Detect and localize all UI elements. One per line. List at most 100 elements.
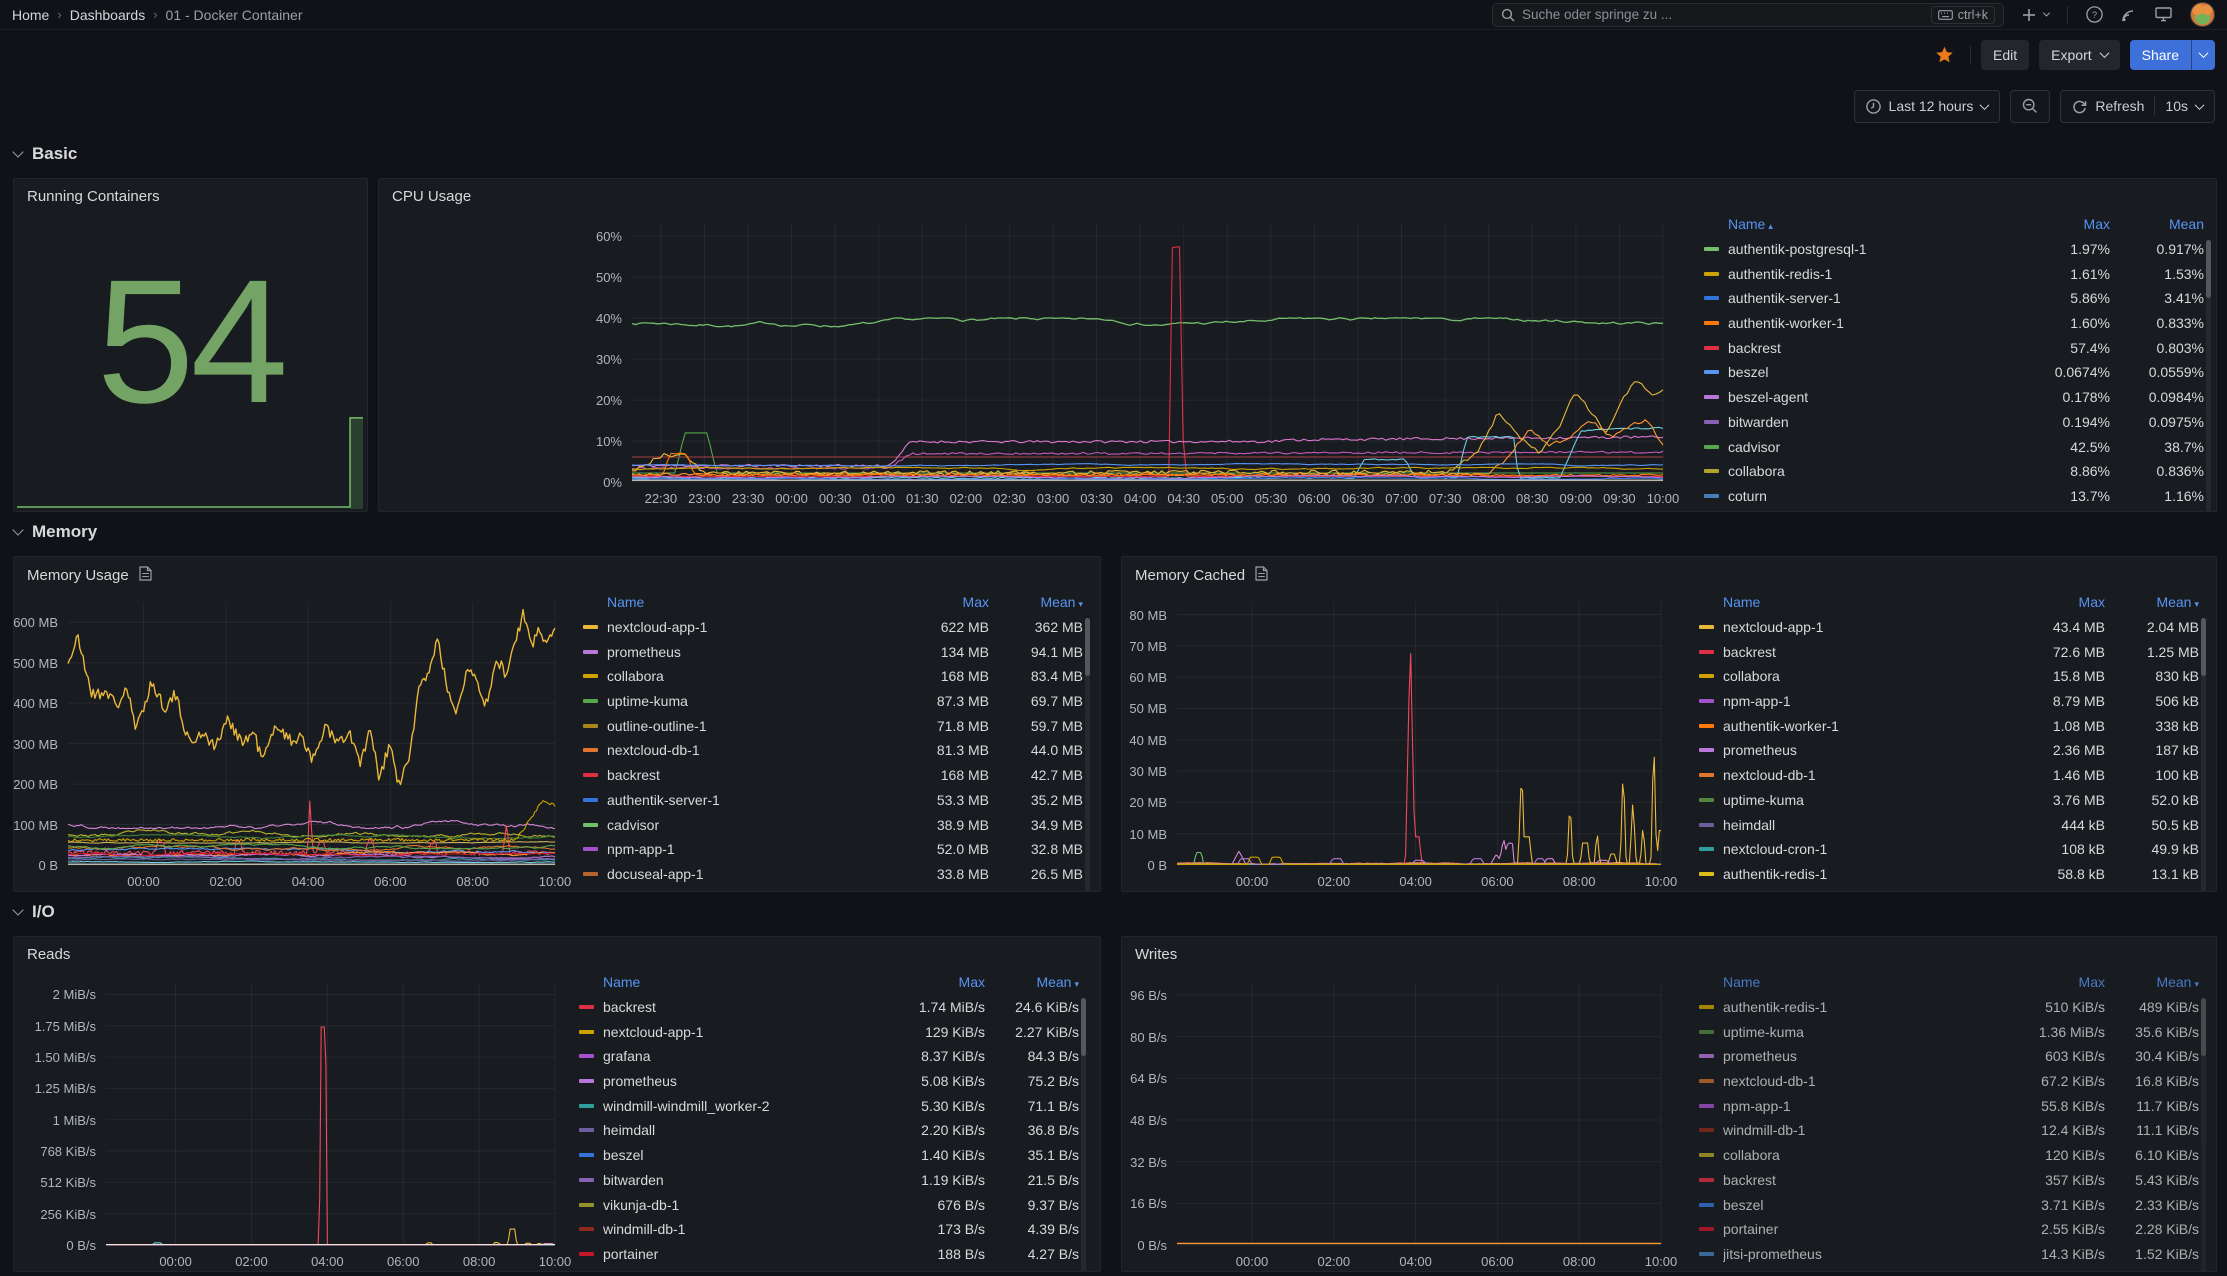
panel-description-icon[interactable]: [139, 566, 152, 585]
legend-sort-name[interactable]: Name▴: [1728, 216, 1998, 232]
legend-sort-mean[interactable]: Mean: [2110, 216, 2204, 232]
legend-row[interactable]: bitwarden1.19 KiB/s21.5 B/s: [579, 1168, 1079, 1193]
panel-title[interactable]: Reads: [27, 946, 70, 963]
legend-row[interactable]: authentik-worker-11.08 MB338 kB: [1699, 713, 2199, 738]
share-menu-button[interactable]: [2191, 40, 2215, 70]
legend-sort-name[interactable]: Name: [1723, 974, 1993, 990]
legend-row[interactable]: windmill-db-112.4 KiB/s11.1 KiB/s: [1699, 1118, 2199, 1143]
zoom-out-button[interactable]: [2010, 90, 2050, 123]
legend-row[interactable]: authentik-postgresql-11.97%0.917%: [1704, 237, 2204, 262]
legend-scrollbar-thumb[interactable]: [2201, 618, 2206, 676]
legend-row[interactable]: authentik-redis-1510 KiB/s489 KiB/s: [1699, 995, 2199, 1020]
legend-row[interactable]: docuseal-app-133.8 MB26.5 MB: [583, 862, 1083, 887]
legend-sort-mean[interactable]: Mean▾: [985, 974, 1079, 990]
legend-row[interactable]: prometheus603 KiB/s30.4 KiB/s: [1699, 1044, 2199, 1069]
panel-title[interactable]: CPU Usage: [392, 188, 471, 205]
breadcrumb-item[interactable]: Home: [12, 7, 49, 23]
legend-row[interactable]: heimdall444 kB50.5 kB: [1699, 812, 2199, 837]
legend-row[interactable]: nextcloud-db-181.3 MB44.0 MB: [583, 738, 1083, 763]
legend-sort-max[interactable]: Max: [877, 594, 989, 610]
legend-row[interactable]: backrest357 KiB/s5.43 KiB/s: [1699, 1168, 2199, 1193]
legend-scrollbar[interactable]: [2201, 618, 2206, 892]
legend-row[interactable]: collabora8.86%0.836%: [1704, 459, 2204, 484]
news-icon[interactable]: [2121, 7, 2137, 23]
legend-row[interactable]: nextcloud-app-143.4 MB2.04 MB: [1699, 615, 2199, 640]
section-basic[interactable]: Basic: [14, 144, 77, 164]
time-range-picker[interactable]: Last 12 hours: [1854, 90, 2001, 123]
memory-cached-chart[interactable]: 0 B10 MB20 MB30 MB40 MB50 MB60 MB70 MB80…: [1177, 602, 1661, 865]
legend-row[interactable]: backrest168 MB42.7 MB: [583, 763, 1083, 788]
legend-row[interactable]: beszel0.0674%0.0559%: [1704, 360, 2204, 385]
panel-description-icon[interactable]: [1255, 566, 1268, 585]
legend-row[interactable]: collabora168 MB83.4 MB: [583, 664, 1083, 689]
legend-row[interactable]: windmill-db-1173 B/s4.39 B/s: [579, 1217, 1079, 1242]
legend-row[interactable]: cadvisor42.5%38.7%: [1704, 434, 2204, 459]
kiosk-monitor-icon[interactable]: [2155, 7, 2172, 22]
legend-row[interactable]: nextcloud-db-167.2 KiB/s16.8 KiB/s: [1699, 1069, 2199, 1094]
legend-row[interactable]: nextcloud-app-1129 KiB/s2.27 KiB/s: [579, 1019, 1079, 1044]
legend-sort-name[interactable]: Name: [607, 594, 877, 610]
legend-sort-mean[interactable]: Mean▾: [989, 594, 1083, 610]
refresh-button-group[interactable]: Refresh 10s: [2060, 90, 2215, 123]
memory-usage-chart[interactable]: 0 B100 MB200 MB300 MB400 MB500 MB600 MB0…: [68, 602, 555, 865]
legend-scrollbar-thumb[interactable]: [2206, 240, 2211, 298]
search-input[interactable]: Suche oder springe zu ... ctrl+k: [1492, 3, 2004, 27]
legend-row[interactable]: beszel3.71 KiB/s2.33 KiB/s: [1699, 1192, 2199, 1217]
legend-row[interactable]: nextcloud-cron-1108 kB49.9 kB: [1699, 837, 2199, 862]
cpu-chart[interactable]: 0%10%20%30%40%50%60%22:3023:0023:3000:00…: [632, 224, 1663, 482]
legend-sort-mean[interactable]: Mean▾: [2105, 974, 2199, 990]
legend-row[interactable]: nextcloud-db-11.46 MB100 kB: [1699, 763, 2199, 788]
legend-row[interactable]: coturn13.7%1.16%: [1704, 484, 2204, 509]
legend-row[interactable]: backrest72.6 MB1.25 MB: [1699, 639, 2199, 664]
section-memory[interactable]: Memory: [14, 522, 97, 542]
legend-row[interactable]: prometheus5.08 KiB/s75.2 B/s: [579, 1069, 1079, 1094]
legend-sort-max[interactable]: Max: [1993, 974, 2105, 990]
help-icon[interactable]: ?: [2086, 6, 2103, 23]
panel-title[interactable]: Writes: [1135, 946, 1177, 963]
legend-sort-name[interactable]: Name: [1723, 594, 1993, 610]
legend-row[interactable]: portainer188 B/s4.27 B/s: [579, 1242, 1079, 1267]
legend-row[interactable]: authentik-redis-11.61%1.53%: [1704, 261, 2204, 286]
legend-row[interactable]: windmill-windmill_worker-25.30 KiB/s71.1…: [579, 1093, 1079, 1118]
export-button[interactable]: Export: [2039, 40, 2119, 70]
legend-row[interactable]: authentik-server-15.86%3.41%: [1704, 286, 2204, 311]
favorite-star-button[interactable]: [1929, 40, 1960, 70]
legend-row[interactable]: uptime-kuma3.76 MB52.0 kB: [1699, 788, 2199, 813]
legend-row[interactable]: jitsi-prometheus14.3 KiB/s1.52 KiB/s: [1699, 1242, 2199, 1267]
legend-row[interactable]: heimdall2.20 KiB/s36.8 B/s: [579, 1118, 1079, 1143]
legend-row[interactable]: uptime-kuma87.3 MB69.7 MB: [583, 689, 1083, 714]
legend-sort-mean[interactable]: Mean▾: [2105, 594, 2199, 610]
legend-scrollbar[interactable]: [1085, 618, 1090, 892]
avatar[interactable]: [2190, 2, 2215, 27]
legend-row[interactable]: collabora15.8 MB830 kB: [1699, 664, 2199, 689]
legend-scrollbar-thumb[interactable]: [1085, 618, 1090, 676]
legend-row[interactable]: backrest57.4%0.803%: [1704, 335, 2204, 360]
add-button[interactable]: [2022, 8, 2049, 22]
breadcrumb-item[interactable]: Dashboards: [70, 7, 146, 23]
legend-row[interactable]: grafana8.37 KiB/s84.3 B/s: [579, 1044, 1079, 1069]
legend-row[interactable]: bitwarden0.194%0.0975%: [1704, 410, 2204, 435]
legend-row[interactable]: authentik-server-153.3 MB35.2 MB: [583, 788, 1083, 813]
legend-row[interactable]: portainer2.55 KiB/s2.28 KiB/s: [1699, 1217, 2199, 1242]
legend-scrollbar[interactable]: [2201, 998, 2206, 1272]
legend-scrollbar-thumb[interactable]: [2201, 998, 2206, 1056]
legend-row[interactable]: cadvisor38.9 MB34.9 MB: [583, 812, 1083, 837]
legend-row[interactable]: authentik-worker-11.60%0.833%: [1704, 311, 2204, 336]
legend-row[interactable]: nextcloud-app-1622 MB362 MB: [583, 615, 1083, 640]
reads-chart[interactable]: 0 B/s256 KiB/s512 KiB/s768 KiB/s1 MiB/s1…: [106, 982, 555, 1245]
legend-scrollbar[interactable]: [1081, 998, 1086, 1272]
legend-row[interactable]: outline-outline-171.8 MB59.7 MB: [583, 713, 1083, 738]
legend-row[interactable]: uptime-kuma1.36 MiB/s35.6 KiB/s: [1699, 1019, 2199, 1044]
legend-row[interactable]: npm-app-152.0 MB32.8 MB: [583, 837, 1083, 862]
legend-row[interactable]: vikunja-db-1676 B/s9.37 B/s: [579, 1192, 1079, 1217]
legend-scrollbar-thumb[interactable]: [1081, 998, 1086, 1056]
legend-sort-name[interactable]: Name: [603, 974, 873, 990]
legend-sort-max[interactable]: Max: [1993, 594, 2105, 610]
legend-row[interactable]: authentik-redis-158.8 kB13.1 kB: [1699, 862, 2199, 887]
panel-title[interactable]: Memory Usage: [27, 566, 152, 585]
panel-title[interactable]: Running Containers: [27, 188, 160, 205]
legend-row[interactable]: npm-app-155.8 KiB/s11.7 KiB/s: [1699, 1093, 2199, 1118]
panel-title[interactable]: Memory Cached: [1135, 566, 1268, 585]
legend-sort-max[interactable]: Max: [873, 974, 985, 990]
legend-row[interactable]: prometheus134 MB94.1 MB: [583, 639, 1083, 664]
